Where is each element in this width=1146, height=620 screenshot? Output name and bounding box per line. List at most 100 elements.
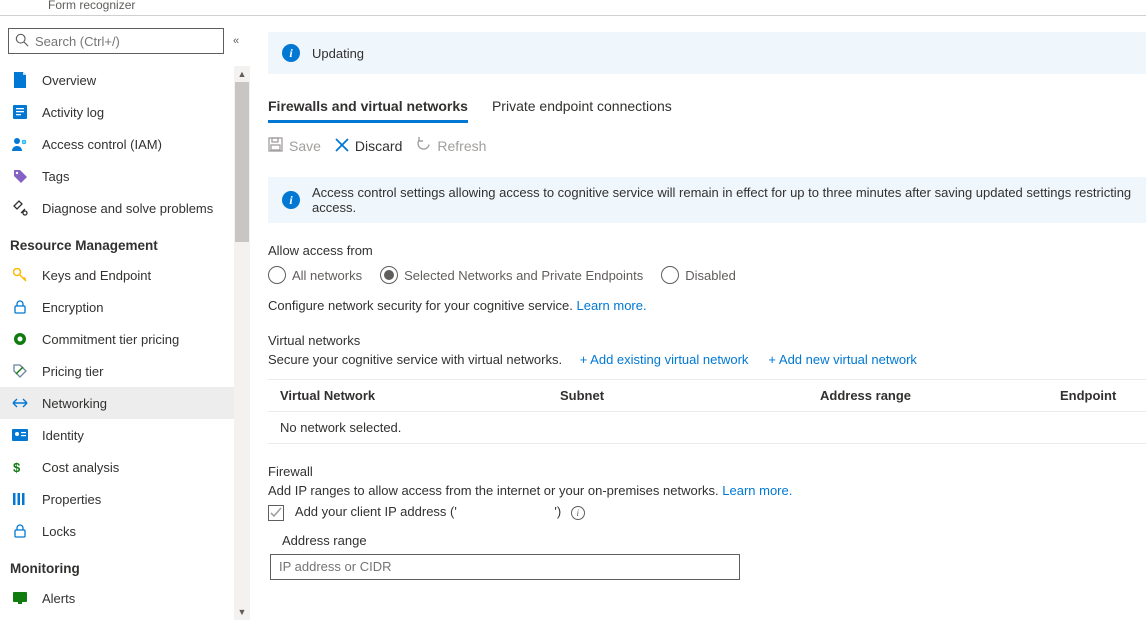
identity-icon [12,427,28,443]
sidebar-item-properties[interactable]: Properties [0,483,250,515]
save-button[interactable]: Save [268,137,321,155]
col-endpoint: Endpoint [1060,388,1134,403]
sidebar-group-monitoring: Monitoring [0,547,250,582]
properties-icon [12,491,28,507]
sidebar-item-label: Properties [42,492,101,507]
info-icon: i [282,191,300,209]
learn-more-link[interactable]: Learn more. [577,298,647,313]
sidebar-item-encryption[interactable]: Encryption [0,291,250,323]
info-banner: i Access control settings allowing acces… [268,177,1146,223]
save-icon [268,137,283,155]
allow-access-label: Allow access from [268,243,1146,258]
sidebar-item-keys-endpoint[interactable]: Keys and Endpoint [0,259,250,291]
locks-icon [12,523,28,539]
col-address-range: Address range [820,388,1060,403]
sidebar-item-label: Pricing tier [42,364,103,379]
search-icon [15,33,29,50]
vnet-empty-message: No network selected. [280,420,560,435]
configure-line: Configure network security for your cogn… [268,298,1146,313]
vnet-table: Virtual Network Subnet Address range End… [268,379,1146,444]
sidebar-item-label: Activity log [42,105,104,120]
svg-text:$: $ [13,460,21,474]
overview-icon [12,72,28,88]
refresh-icon [416,137,431,155]
add-existing-vnet-link[interactable]: + Add existing virtual network [580,352,749,367]
diagnose-icon [12,200,28,216]
resource-type-label: Form recognizer [0,0,1146,16]
networking-icon [12,395,28,411]
sidebar: « Overview Activity log Access control (… [0,16,250,620]
add-new-vnet-link[interactable]: + Add new virtual network [768,352,917,367]
tags-icon [12,168,28,184]
menu-search-input[interactable] [29,34,217,49]
radio-icon [661,266,679,284]
sidebar-item-label: Keys and Endpoint [42,268,151,283]
discard-button[interactable]: Discard [335,138,402,155]
command-bar: Save Discard Refresh [268,137,1146,155]
discard-icon [335,138,349,155]
sidebar-item-commitment-tier[interactable]: Commitment tier pricing [0,323,250,355]
radio-disabled[interactable]: Disabled [661,266,736,284]
sidebar-item-label: Encryption [42,300,103,315]
sidebar-item-networking[interactable]: Networking [0,387,250,419]
sidebar-item-label: Locks [42,524,76,539]
collapse-sidebar-button[interactable]: « [230,35,242,47]
sidebar-group-resource-management: Resource Management [0,224,250,259]
tab-private-endpoint[interactable]: Private endpoint connections [492,98,672,123]
info-tooltip-icon[interactable]: i [571,506,585,520]
alerts-icon [12,590,28,606]
radio-icon [268,266,286,284]
updating-banner: i Updating [268,32,1146,74]
key-icon [12,267,28,283]
sidebar-item-locks[interactable]: Locks [0,515,250,547]
sidebar-item-access-control[interactable]: Access control (IAM) [0,128,250,160]
sidebar-item-cost-analysis[interactable]: $ Cost analysis [0,451,250,483]
pricing-icon [12,363,28,379]
access-control-icon [12,136,28,152]
sidebar-item-label: Identity [42,428,84,443]
sidebar-item-label: Cost analysis [42,460,119,475]
info-icon: i [282,44,300,62]
refresh-button[interactable]: Refresh [416,137,486,155]
add-client-ip-label: Add your client IP address (' ') [295,504,561,519]
radio-all-networks[interactable]: All networks [268,266,362,284]
scroll-up-icon[interactable]: ▲ [234,66,250,82]
lock-icon [12,299,28,315]
sidebar-item-label: Alerts [42,591,75,606]
sidebar-item-label: Networking [42,396,107,411]
scroll-down-icon[interactable]: ▼ [234,604,250,620]
sidebar-item-overview[interactable]: Overview [0,64,250,96]
sidebar-item-alerts[interactable]: Alerts [0,582,250,614]
scroll-thumb[interactable] [235,82,249,242]
sidebar-scrollbar[interactable]: ▲ ▼ [234,66,250,620]
col-subnet: Subnet [560,388,820,403]
address-range-label: Address range [268,533,1146,548]
sidebar-item-label: Overview [42,73,96,88]
firewall-learn-more-link[interactable]: Learn more. [722,483,792,498]
sidebar-item-label: Commitment tier pricing [42,332,179,347]
sidebar-item-label: Tags [42,169,69,184]
commitment-icon [12,331,28,347]
vnet-secure-line: Secure your cognitive service with virtu… [268,352,1146,367]
sidebar-item-activity-log[interactable]: Activity log [0,96,250,128]
add-client-ip-checkbox[interactable] [268,505,284,521]
sidebar-item-diagnose[interactable]: Diagnose and solve problems [0,192,250,224]
sidebar-item-tags[interactable]: Tags [0,160,250,192]
tab-firewalls[interactable]: Firewalls and virtual networks [268,98,468,123]
cost-icon: $ [12,459,28,475]
sidebar-item-label: Access control (IAM) [42,137,162,152]
radio-selected-networks[interactable]: Selected Networks and Private Endpoints [380,266,643,284]
sidebar-item-label: Diagnose and solve problems [42,201,213,216]
menu-search[interactable] [8,28,224,54]
info-banner-text: Access control settings allowing access … [312,185,1132,215]
activity-log-icon [12,104,28,120]
tabs: Firewalls and virtual networks Private e… [268,98,1146,123]
sidebar-item-identity[interactable]: Identity [0,419,250,451]
sidebar-item-pricing-tier[interactable]: Pricing tier [0,355,250,387]
col-virtual-network: Virtual Network [280,388,560,403]
firewall-desc: Add IP ranges to allow access from the i… [268,483,1146,498]
radio-icon [380,266,398,284]
address-range-input[interactable] [270,554,740,580]
vnet-heading: Virtual networks [268,333,1146,348]
updating-text: Updating [312,46,364,61]
